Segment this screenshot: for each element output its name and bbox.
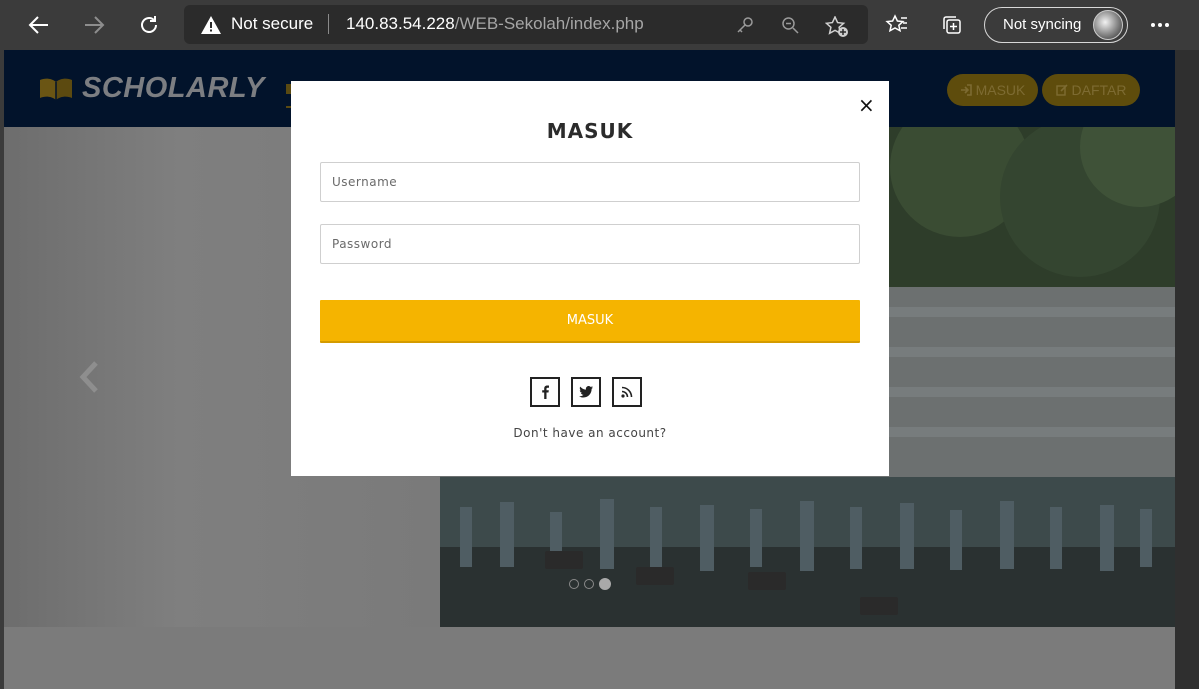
collections-button[interactable] bbox=[935, 8, 969, 42]
add-favorite-icon[interactable] bbox=[825, 16, 849, 38]
arrow-left-icon bbox=[28, 16, 48, 34]
login-modal: × MASUK MASUK Don't have an account? bbox=[291, 81, 889, 476]
reload-button[interactable] bbox=[132, 8, 166, 42]
slider-dot-active[interactable] bbox=[599, 578, 611, 590]
reload-icon bbox=[141, 16, 157, 33]
collections-icon bbox=[943, 16, 961, 34]
key-icon[interactable] bbox=[736, 16, 754, 34]
modal-title: MASUK bbox=[546, 119, 634, 143]
book-icon bbox=[40, 78, 72, 100]
nav-login-label: MASUK bbox=[975, 82, 1026, 98]
login-submit-button[interactable]: MASUK bbox=[320, 300, 860, 343]
twitter-icon bbox=[579, 386, 593, 398]
twitter-button[interactable] bbox=[571, 377, 601, 407]
arrow-right-icon bbox=[85, 16, 105, 34]
logo-text: SCHOLARLY bbox=[82, 72, 265, 104]
slider-indicators bbox=[569, 578, 611, 590]
sign-in-icon bbox=[960, 84, 972, 96]
page-scrollbar[interactable] bbox=[1175, 50, 1199, 689]
slider-dot[interactable] bbox=[569, 579, 579, 589]
facebook-icon bbox=[542, 385, 549, 399]
chevron-left-icon bbox=[79, 361, 98, 393]
nav-register-label: DAFTAR bbox=[1071, 82, 1127, 98]
edit-icon bbox=[1055, 84, 1068, 96]
warning-icon bbox=[201, 16, 221, 34]
rss-button[interactable] bbox=[612, 377, 642, 407]
security-label[interactable]: Not secure bbox=[231, 14, 313, 34]
zoom-out-icon[interactable] bbox=[781, 16, 799, 34]
profile-sync-button[interactable]: Not syncing bbox=[984, 7, 1128, 43]
signup-link[interactable]: Don't have an account? bbox=[291, 426, 889, 440]
password-input[interactable] bbox=[320, 224, 860, 264]
username-input[interactable] bbox=[320, 162, 860, 202]
site-logo[interactable]: SCHOLARLY bbox=[38, 72, 265, 105]
favorites-icon bbox=[885, 14, 907, 33]
more-dots-icon bbox=[1151, 23, 1169, 27]
slider-dot[interactable] bbox=[584, 579, 594, 589]
slider-prev-button[interactable] bbox=[78, 360, 102, 398]
facebook-button[interactable] bbox=[530, 377, 560, 407]
favorites-button[interactable] bbox=[880, 8, 914, 42]
nav-login-button[interactable]: MASUK bbox=[947, 74, 1038, 106]
forward-button[interactable] bbox=[77, 8, 111, 42]
address-separator bbox=[328, 14, 329, 34]
nav-register-button[interactable]: DAFTAR bbox=[1042, 74, 1140, 106]
browser-toolbar: Not secure 140.83.54.228/WEB-Sekolah/ind… bbox=[0, 0, 1199, 50]
back-button[interactable] bbox=[22, 8, 56, 42]
close-button[interactable]: × bbox=[858, 95, 875, 115]
address-bar[interactable]: Not secure 140.83.54.228/WEB-Sekolah/ind… bbox=[184, 5, 868, 44]
sync-label: Not syncing bbox=[1003, 16, 1082, 33]
avatar bbox=[1093, 10, 1123, 40]
rss-icon bbox=[621, 386, 633, 398]
url-text[interactable]: 140.83.54.228/WEB-Sekolah/index.php bbox=[346, 14, 644, 34]
page-section bbox=[4, 627, 1175, 689]
settings-menu-button[interactable] bbox=[1143, 8, 1177, 42]
